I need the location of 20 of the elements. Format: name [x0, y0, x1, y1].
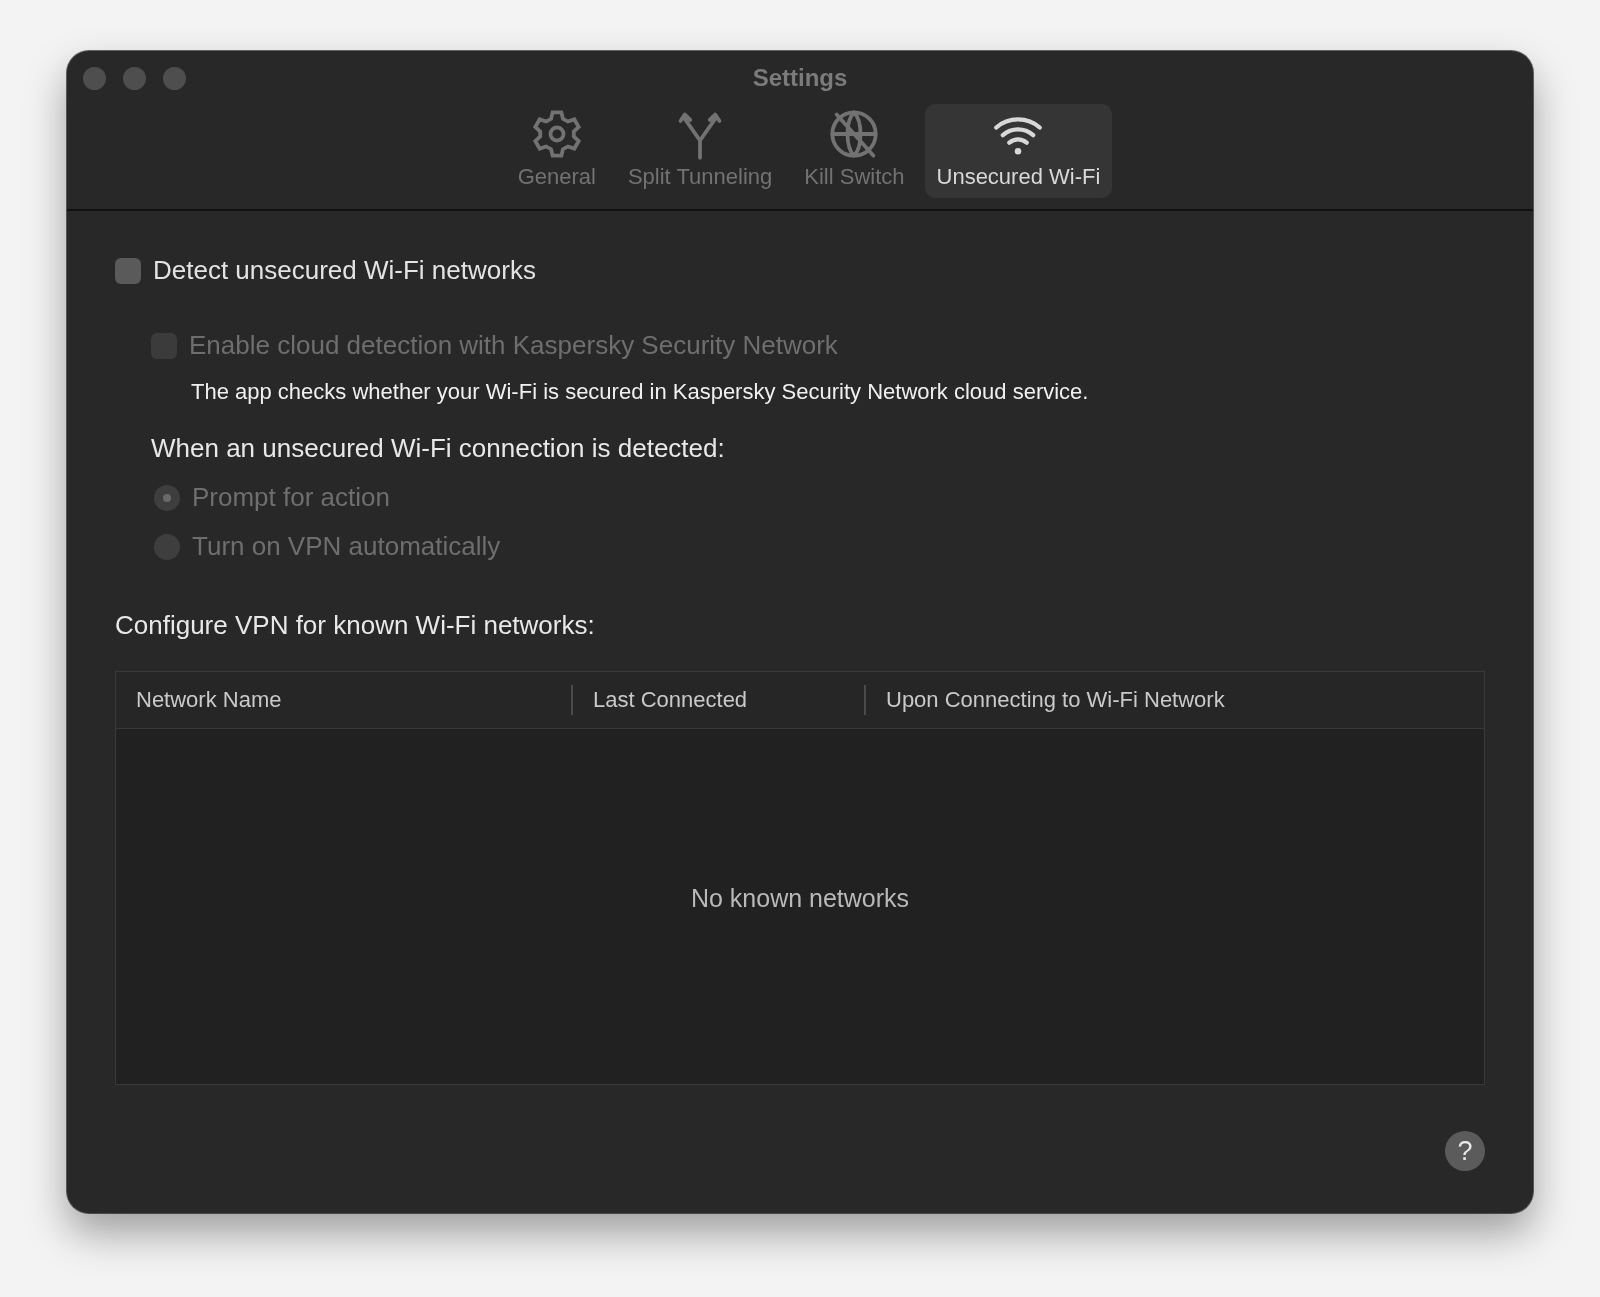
minimize-button[interactable] [123, 67, 146, 90]
section-heading: Configure VPN for known Wi-Fi networks: [115, 610, 596, 641]
gear-icon [530, 108, 583, 160]
column-header[interactable]: Upon Connecting to Wi-Fi Network [864, 685, 1484, 715]
zoom-button[interactable] [163, 67, 186, 90]
checkbox[interactable] [115, 257, 141, 284]
toolbar-tab[interactable]: Unsecured Wi-Fi [924, 104, 1113, 198]
column-header[interactable]: Network Name [116, 685, 571, 715]
column-header[interactable]: Last Connected [571, 685, 864, 715]
checkbox-label: Enable cloud detection with Kaspersky Security Network [189, 330, 838, 361]
close-button[interactable] [83, 67, 106, 90]
description-text: The app checks whether your Wi-Fi is secured in Kaspersky Security Network cloud service. [190, 379, 1090, 405]
section-heading: When an unsecured Wi-Fi connection is detected: [151, 433, 726, 464]
radio-label: Prompt for action [192, 482, 390, 513]
empty-message: No known networks [690, 884, 910, 914]
window-title: Settings [752, 63, 848, 92]
radio-label: Turn on VPN automatically [192, 531, 501, 562]
checkbox-label: Detect unsecured Wi-Fi networks [153, 255, 536, 286]
crossed-globe-icon [828, 108, 881, 160]
help-button[interactable]: ? [1445, 1131, 1485, 1171]
